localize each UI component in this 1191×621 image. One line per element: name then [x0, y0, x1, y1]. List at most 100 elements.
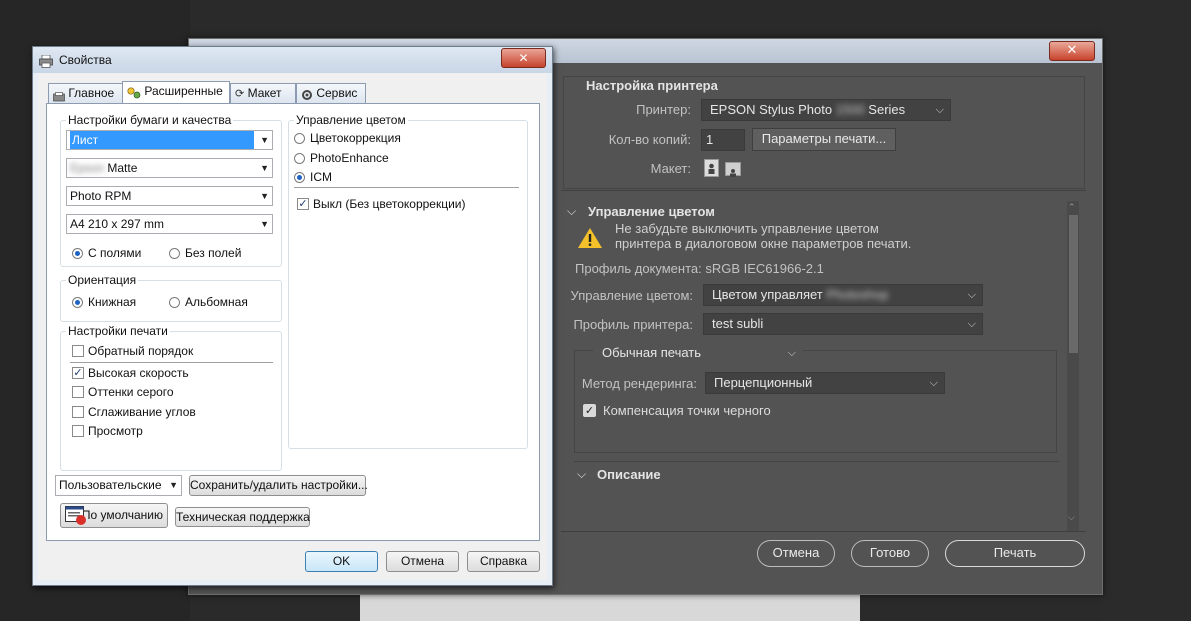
color-management-header[interactable]: Управление цветом — [588, 204, 715, 219]
high-speed-checkbox[interactable]: ✓ — [72, 367, 84, 379]
borders-without-radio[interactable] — [169, 248, 180, 259]
cancel-button[interactable]: Отмена — [386, 551, 459, 572]
scroll-down-icon[interactable]: ⌵ — [1068, 512, 1075, 523]
tab-service[interactable]: Сервис — [296, 83, 366, 103]
printer-properties-dialog: Свойства ✕ Главное Расширенные ⟳ Макет С… — [32, 46, 553, 586]
chevron-down-icon: ⌵ — [935, 104, 944, 116]
properties-close-button[interactable]: ✕ — [501, 48, 546, 68]
properties-titlebar: Свойства ✕ — [33, 47, 552, 73]
icm-off-checkbox[interactable]: ✓ — [297, 198, 309, 210]
color-management-title: Управление цветом — [294, 113, 408, 127]
paper-preview-strip — [360, 592, 860, 621]
grayscale-checkbox[interactable] — [72, 386, 84, 398]
print-button[interactable]: Печать — [945, 540, 1085, 567]
photoshop-close-button[interactable]: ✕ — [1049, 41, 1095, 61]
dropdown-arrow-icon: ▼ — [260, 163, 269, 173]
black-point-checkbox[interactable]: ✓ — [583, 404, 596, 417]
collapse-chevron-icon[interactable]: ⌵ — [577, 467, 586, 482]
properties-title: Свойства — [59, 53, 112, 67]
custom-settings-select[interactable]: Пользовательские ▼ — [55, 475, 182, 496]
printer-icon — [39, 53, 53, 68]
dropdown-arrow-icon: ▼ — [260, 219, 269, 229]
description-header[interactable]: Описание — [597, 467, 661, 482]
chevron-down-icon: ⌵ — [967, 318, 976, 330]
color-handling-blurred: Photoshop — [826, 287, 889, 302]
icm-label[interactable]: ICM — [310, 170, 332, 184]
icm-off-label[interactable]: Выкл (Без цветокоррекции) — [313, 197, 466, 211]
tab-layout-label: Макет — [247, 86, 282, 100]
chevron-down-icon: ⌵ — [929, 377, 938, 389]
document-profile: Профиль документа: sRGB IEC61966-2.1 — [575, 261, 824, 276]
collapse-chevron-icon[interactable]: ⌵ — [567, 204, 576, 219]
printer-profile-value: test subli — [712, 316, 764, 331]
landscape-label[interactable]: Альбомная — [185, 295, 248, 309]
grayscale-label[interactable]: Оттенки серого — [88, 385, 174, 399]
paper-source-value: Лист — [70, 131, 254, 149]
tab-advanced-label: Расширенные — [144, 84, 223, 98]
warning-icon — [577, 227, 603, 249]
warning-text-line2: принтера в диалоговом окне параметров пе… — [615, 236, 912, 251]
edge-smoothing-label[interactable]: Сглаживание углов — [88, 405, 196, 419]
printer-model-blurred: 1500 — [835, 102, 865, 117]
printer-name-prefix: EPSON Stylus Photo — [710, 102, 833, 117]
defaults-button[interactable]: По умолчанию — [60, 503, 168, 528]
paper-source-select[interactable]: Лист ▼ — [66, 130, 273, 150]
panel-divider — [574, 461, 1059, 462]
tab-layout[interactable]: ⟳ Макет — [230, 83, 296, 103]
preview-checkbox[interactable] — [72, 425, 84, 437]
copies-input[interactable]: 1 — [701, 129, 745, 151]
rendering-value: Перцепционный — [714, 375, 813, 390]
icm-radio[interactable] — [294, 172, 305, 183]
tab-advanced[interactable]: Расширенные — [122, 81, 230, 103]
scroll-up-icon[interactable]: ⌃ — [1068, 202, 1076, 213]
color-correction-radio[interactable] — [294, 133, 305, 144]
defaults-icon — [65, 506, 87, 526]
save-delete-settings-button[interactable]: Сохранить/удалить настройки... — [189, 475, 368, 496]
print-settings-button[interactable]: Параметры печати... — [752, 128, 896, 151]
separator — [294, 187, 519, 188]
landscape-layout-icon[interactable] — [725, 162, 741, 177]
chevron-down-icon: ⌵ — [787, 347, 796, 359]
tab-main[interactable]: Главное — [48, 83, 123, 103]
support-button[interactable]: Техническая поддержка — [175, 507, 310, 527]
orientation-title: Ориентация — [66, 273, 139, 287]
properties-body: Главное Расширенные ⟳ Макет Сервис Настр… — [38, 73, 547, 580]
dropdown-arrow-icon: ▼ — [260, 135, 269, 145]
printer-profile-select[interactable]: test subli ⌵ — [703, 313, 983, 335]
color-handling-select[interactable]: Цветом управляет Photoshop ⌵ — [703, 284, 983, 306]
borders-with-radio[interactable] — [72, 248, 83, 259]
reverse-order-label[interactable]: Обратный порядок — [88, 344, 193, 358]
reverse-order-checkbox[interactable] — [72, 345, 84, 357]
borders-without-label[interactable]: Без полей — [185, 246, 241, 260]
landscape-radio[interactable] — [169, 297, 180, 308]
preview-label[interactable]: Просмотр — [88, 424, 143, 438]
photo-enhance-radio[interactable] — [294, 153, 305, 164]
tab-main-label: Главное — [68, 86, 115, 100]
done-button[interactable]: Готово — [851, 540, 929, 567]
portrait-label[interactable]: Книжная — [88, 295, 136, 309]
rendering-label: Метод рендеринга: — [581, 376, 697, 391]
print-mode-select[interactable]: Обычная печать ⌵ — [593, 342, 803, 364]
help-button[interactable]: Справка — [467, 551, 540, 572]
scrollbar-thumb[interactable] — [1069, 215, 1078, 353]
black-point-label[interactable]: Компенсация точки черного — [603, 403, 771, 418]
ok-button[interactable]: OK — [305, 551, 378, 572]
color-correction-label[interactable]: Цветокоррекция — [310, 131, 401, 145]
portrait-radio[interactable] — [72, 297, 83, 308]
cancel-button[interactable]: Отмена — [757, 540, 835, 567]
borders-with-label[interactable]: С полями — [88, 246, 141, 260]
print-settings-title: Настройки печати — [66, 324, 170, 338]
tab-service-icon — [301, 88, 313, 100]
paper-type-select[interactable]: Epson Matte ▼ — [66, 158, 273, 178]
edge-smoothing-checkbox[interactable] — [72, 406, 84, 418]
high-speed-label[interactable]: Высокая скорость — [88, 366, 189, 380]
portrait-layout-icon[interactable] — [704, 159, 719, 177]
paper-type-value: Matte — [107, 161, 138, 175]
photo-enhance-label[interactable]: PhotoEnhance — [310, 151, 389, 165]
rendering-select[interactable]: Перцепционный ⌵ — [705, 372, 945, 394]
printer-profile-label: Профиль принтера: — [573, 317, 693, 332]
quality-select[interactable]: Photo RPM ▼ — [66, 186, 273, 206]
printer-setup-header: Настройка принтера — [586, 78, 718, 93]
paper-size-select[interactable]: A4 210 x 297 mm ▼ — [66, 214, 273, 234]
printer-select[interactable]: EPSON Stylus Photo 1500 Series ⌵ — [701, 99, 951, 121]
